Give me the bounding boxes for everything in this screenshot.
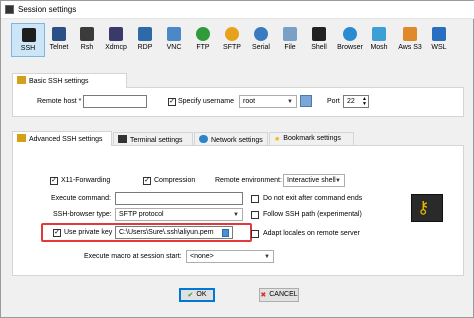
execute-command-label: Execute command: [51,195,111,202]
advanced-settings-icon [17,134,26,142]
remote-environment-select[interactable]: Interactive shell ▼ [283,174,345,187]
wsl-icon [432,27,446,41]
tab-bookmark-settings[interactable]: ★ Bookmark settings [269,132,354,146]
port-label: Port [327,98,340,105]
telnet-icon [52,27,66,41]
shell-icon [312,27,326,41]
private-key-path-input[interactable]: C:\Users\Sure\.ssh\aliyun.pem [115,226,233,239]
ssh-icon [22,28,36,42]
basic-settings-group: Remote host * ✓ Specify username root ▼ … [12,87,464,117]
serial-icon [254,27,268,41]
execute-command-input[interactable] [115,192,243,205]
ftp-icon [196,27,210,41]
network-icon [199,135,208,143]
tab-basic-ssh-settings[interactable]: Basic SSH settings [12,73,127,88]
sftp-icon [225,27,239,41]
vnc-icon [167,27,181,41]
check-icon: ✔ [187,292,194,299]
specify-username-checkbox[interactable]: ✓ [168,98,176,106]
remote-host-label: Remote host * [37,98,82,105]
user-manager-icon[interactable] [300,95,312,107]
ok-button[interactable]: ✔ OK [179,288,215,302]
compression-label: Compression [154,177,196,184]
specify-username-label: Specify username [178,98,235,105]
title-bar: Session settings [1,1,474,19]
use-private-key-checkbox[interactable]: ✓ [53,229,61,237]
tab-advanced-ssh-settings[interactable]: Advanced SSH settings [12,131,112,146]
adapt-locales-label: Adapt locales on remote server [263,230,360,237]
window-title: Session settings [18,5,77,14]
session-type-wsl[interactable]: WSL [422,23,456,57]
port-spinner[interactable]: 22 ▲ ▼ [343,95,369,108]
rsh-icon [80,27,94,41]
cancel-button[interactable]: ✖ CANCEL [259,288,299,302]
app-icon [5,5,14,14]
key-icon: ⚷ [411,194,443,222]
follow-ssh-path-checkbox[interactable] [251,211,259,219]
x11-forwarding-checkbox[interactable]: ✓ [50,177,58,185]
tab-network-settings[interactable]: Network settings [194,132,268,146]
key-glyph: ⚷ [417,198,430,217]
advanced-settings-group: ✓ X11-Forwarding ✓ Compression Remote en… [12,145,464,276]
rdp-icon [138,27,152,41]
star-icon: ★ [274,136,281,143]
chevron-down-icon: ▼ [287,99,293,105]
mosh-icon [372,27,386,41]
session-type-toolbar: SSH Telnet Rsh Xdmcp RDP VNC FTP SFTP Se… [3,23,473,59]
remote-environment-label: Remote environment: [215,177,282,184]
file-browse-icon[interactable] [222,229,229,237]
tab-terminal-settings[interactable]: Terminal settings [113,132,193,146]
session-settings-window: Session settings SSH Telnet Rsh Xdmcp RD… [0,0,474,318]
do-not-exit-label: Do not exit after command ends [263,195,363,202]
cancel-icon: ✖ [260,292,267,299]
xdmcp-icon [109,27,123,41]
file-icon [283,27,297,41]
use-private-key-label: Use private key [64,229,113,236]
ssh-settings-icon [17,76,26,84]
compression-checkbox[interactable]: ✓ [143,177,151,185]
follow-ssh-path-label: Follow SSH path (experimental) [263,211,362,218]
chevron-down-icon: ▼ [335,178,341,184]
ssh-browser-type-select[interactable]: SFTP protocol ▼ [115,208,243,221]
browser-icon [343,27,357,41]
aws-s3-icon [403,27,417,41]
username-select[interactable]: root ▼ [239,95,297,108]
execute-macro-select[interactable]: <none> ▼ [186,250,274,263]
session-type-shell[interactable]: Shell [302,23,336,57]
x11-forwarding-label: X11-Forwarding [61,177,111,184]
execute-macro-label: Execute macro at session start: [84,253,182,260]
session-type-ssh[interactable]: SSH [11,23,45,57]
adapt-locales-checkbox[interactable] [251,230,259,238]
chevron-down-icon: ▼ [264,254,270,260]
ssh-browser-type-label: SSH-browser type: [53,211,112,218]
chevron-down-icon: ▼ [233,212,239,218]
do-not-exit-checkbox[interactable] [251,195,259,203]
terminal-icon [118,135,127,143]
remote-host-input[interactable] [83,95,147,108]
session-type-mosh[interactable]: Mosh [362,23,396,57]
spinner-arrows-icon: ▲ ▼ [362,96,367,107]
